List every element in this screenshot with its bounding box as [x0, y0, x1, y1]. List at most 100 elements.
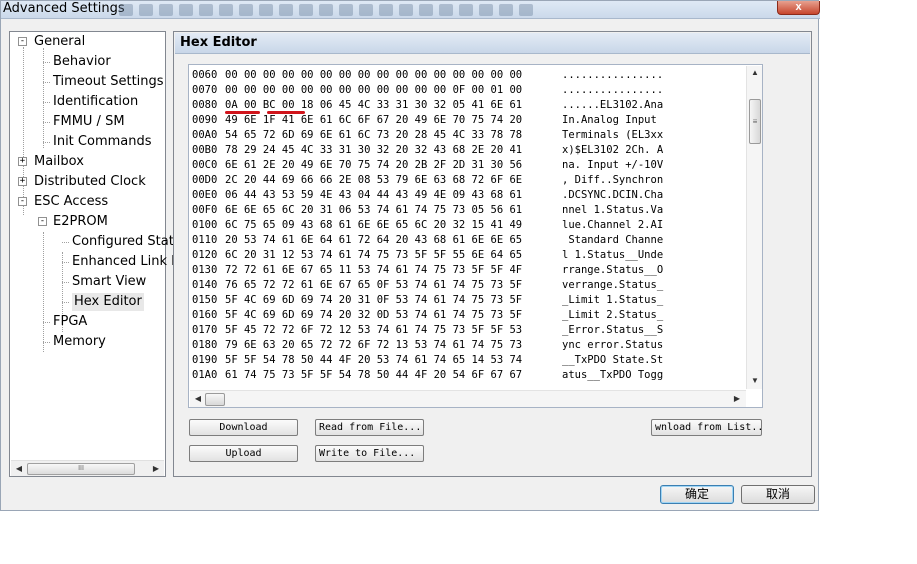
hex-row-bytes[interactable]: 5F 4C 69 6D 69 74 20 32 0D 53 74 61 74 7…	[225, 308, 522, 323]
hex-row-ascii[interactable]: verrange.Status_	[562, 278, 663, 293]
hex-row-bytes[interactable]: 5F 5F 54 78 50 44 4F 20 53 74 61 74 65 1…	[225, 353, 522, 368]
hex-row[interactable]: 0170 5F 45 72 72 6F 72 12 53 74 61 74 75 …	[192, 323, 744, 338]
tree-item-distributed-clock[interactable]: Distributed Clock	[34, 173, 146, 191]
tree-item-e2prom[interactable]: E2PROM	[53, 213, 108, 231]
close-button[interactable]: x	[777, 1, 820, 15]
hex-row[interactable]: 0120 6C 20 31 12 53 74 61 74 75 73 5F 5F …	[192, 248, 744, 263]
hex-scroll-down-arrow-icon[interactable]: ▼	[747, 374, 762, 388]
hex-row-bytes[interactable]: 72 72 61 6E 67 65 11 53 74 61 74 75 73 5…	[225, 263, 522, 278]
hex-row-bytes[interactable]: 5F 4C 69 6D 69 74 20 31 0F 53 74 61 74 7…	[225, 293, 522, 308]
hex-row[interactable]: 00B0 78 29 24 45 4C 33 31 30 32 20 32 43 …	[192, 143, 744, 158]
hex-scroll-up-arrow-icon[interactable]: ▲	[747, 66, 762, 80]
hex-row-ascii[interactable]: Standard Channe	[562, 233, 663, 248]
hex-row-bytes[interactable]: 06 44 43 53 59 4E 43 04 44 43 49 4E 09 4…	[225, 188, 522, 203]
cancel-button[interactable]: 取消	[741, 485, 815, 504]
hex-row[interactable]: 00F0 6E 6E 65 6C 20 31 06 53 74 61 74 75 …	[192, 203, 744, 218]
hex-row-ascii[interactable]: nnel 1.Status.Va	[562, 203, 663, 218]
hex-row-bytes[interactable]: 20 53 74 61 6E 64 61 72 64 20 43 68 61 6…	[225, 233, 522, 248]
expand-plus-icon[interactable]: +	[18, 157, 27, 166]
hex-row-bytes[interactable]: 00 00 00 00 00 00 00 00 00 00 00 00 0F 0…	[225, 83, 522, 98]
hex-row-ascii[interactable]: , Diff..Synchron	[562, 173, 663, 188]
tree-scroll-left-arrow-icon[interactable]: ◀	[12, 462, 26, 476]
hex-row-bytes[interactable]: 49 6E 1F 41 6E 61 6C 6F 67 20 49 6E 70 7…	[225, 113, 522, 128]
hex-row-ascii[interactable]: na. Input +/-10V	[562, 158, 663, 173]
hex-row-bytes[interactable]: 6C 20 31 12 53 74 61 74 75 73 5F 5F 55 6…	[225, 248, 522, 263]
hex-row[interactable]: 00A0 54 65 72 6D 69 6E 61 6C 73 20 28 45 …	[192, 128, 744, 143]
hex-vscroll-thumb[interactable]: ≡	[749, 99, 761, 144]
hex-row[interactable]: 0160 5F 4C 69 6D 69 74 20 32 0D 53 74 61 …	[192, 308, 744, 323]
hex-row-bytes[interactable]: 79 6E 63 20 65 72 72 6F 72 13 53 74 61 7…	[225, 338, 522, 353]
ok-button[interactable]: 确定	[660, 485, 734, 504]
hex-row-ascii[interactable]: Terminals (EL3xx	[562, 128, 663, 143]
collapse-minus-icon[interactable]: -	[38, 217, 47, 226]
hex-horizontal-scrollbar[interactable]: ◀ ▶	[190, 390, 746, 407]
hex-row-bytes[interactable]: 76 65 72 72 61 6E 67 65 0F 53 74 61 74 7…	[225, 278, 522, 293]
tree-item-mailbox[interactable]: Mailbox	[34, 153, 84, 171]
hex-row[interactable]: 0140 76 65 72 72 61 6E 67 65 0F 53 74 61 …	[192, 278, 744, 293]
hex-row[interactable]: 0110 20 53 74 61 6E 64 61 72 64 20 43 68 …	[192, 233, 744, 248]
download-from-list-button[interactable]: wnload from List...	[651, 419, 762, 436]
tree-item-hex-editor[interactable]: Hex Editor	[72, 293, 144, 311]
tree-scroll-thumb[interactable]: III	[27, 463, 135, 475]
hex-row-ascii[interactable]: In.Analog Input	[562, 113, 663, 128]
hex-row-ascii[interactable]: .DCSYNC.DCIN.Cha	[562, 188, 663, 203]
tree-item-enhanced-link-d[interactable]: Enhanced Link D	[72, 253, 181, 271]
hex-row[interactable]: 0070 00 00 00 00 00 00 00 00 00 00 00 00 …	[192, 83, 744, 98]
hex-row[interactable]: 00C0 6E 61 2E 20 49 6E 70 75 74 20 2B 2F …	[192, 158, 744, 173]
write-to-file-button[interactable]: Write to File...	[315, 445, 424, 462]
hex-row-bytes[interactable]: 78 29 24 45 4C 33 31 30 32 20 32 43 68 2…	[225, 143, 522, 158]
hex-row-ascii[interactable]: _Limit 2.Status_	[562, 308, 663, 323]
hex-scroll-right-arrow-icon[interactable]: ▶	[730, 392, 744, 406]
hex-row-ascii[interactable]: ................	[562, 68, 663, 83]
hex-row[interactable]: 01A0 61 74 75 73 5F 5F 54 78 50 44 4F 20 …	[192, 368, 744, 383]
hex-row-bytes[interactable]: 2C 20 44 69 66 66 2E 08 53 79 6E 63 68 7…	[225, 173, 522, 188]
tree-item-esc-access[interactable]: ESC Access	[34, 193, 108, 211]
tree-item-general[interactable]: General	[34, 33, 85, 51]
tree-item-smart-view[interactable]: Smart View	[72, 273, 146, 291]
hex-row-ascii[interactable]: lue.Channel 2.AI	[562, 218, 663, 233]
tree-horizontal-scrollbar[interactable]: ◀ III ▶	[11, 460, 164, 476]
hex-row-bytes[interactable]: 54 65 72 6D 69 6E 61 6C 73 20 28 45 4C 3…	[225, 128, 522, 143]
hex-row-ascii[interactable]: __TxPDO State.St	[562, 353, 663, 368]
read-from-file-button[interactable]: Read from File...	[315, 419, 424, 436]
hex-row-bytes[interactable]: 6C 75 65 09 43 68 61 6E 6E 65 6C 20 32 1…	[225, 218, 522, 233]
collapse-minus-icon[interactable]: -	[18, 197, 27, 206]
hex-row-ascii[interactable]: _Limit 1.Status_	[562, 293, 663, 308]
hex-row[interactable]: 0060 00 00 00 00 00 00 00 00 00 00 00 00 …	[192, 68, 744, 83]
download-button[interactable]: Download	[189, 419, 298, 436]
hex-row-ascii[interactable]: _Error.Status__S	[562, 323, 663, 338]
collapse-minus-icon[interactable]: -	[18, 37, 27, 46]
hex-hscroll-thumb[interactable]	[205, 393, 225, 406]
hex-row[interactable]: 0150 5F 4C 69 6D 69 74 20 31 0F 53 74 61 …	[192, 293, 744, 308]
tree-item-fmmu-sm[interactable]: FMMU / SM	[53, 113, 125, 131]
hex-row-bytes[interactable]: 6E 61 2E 20 49 6E 70 75 74 20 2B 2F 2D 3…	[225, 158, 522, 173]
hex-row-ascii[interactable]: ync error.Status	[562, 338, 663, 353]
tree-item-init-commands[interactable]: Init Commands	[53, 133, 152, 151]
tree-item-fpga[interactable]: FPGA	[53, 313, 87, 331]
hex-row-ascii[interactable]: atus__TxPDO Togg	[562, 368, 663, 383]
tree-item-identification[interactable]: Identification	[53, 93, 138, 111]
hex-row-ascii[interactable]: ................	[562, 83, 663, 98]
hex-vertical-scrollbar[interactable]: ▲ ≡ ▼	[746, 66, 762, 389]
hex-row-bytes[interactable]: 6E 6E 65 6C 20 31 06 53 74 61 74 75 73 0…	[225, 203, 522, 218]
hex-row[interactable]: 00E0 06 44 43 53 59 4E 43 04 44 43 49 4E …	[192, 188, 744, 203]
hex-view[interactable]: 0060 00 00 00 00 00 00 00 00 00 00 00 00 …	[188, 64, 763, 408]
hex-row-ascii[interactable]: l 1.Status__Unde	[562, 248, 663, 263]
hex-row-ascii[interactable]: x)$EL3102 2Ch. A	[562, 143, 663, 158]
tree-scroll-right-arrow-icon[interactable]: ▶	[149, 462, 163, 476]
expand-plus-icon[interactable]: +	[18, 177, 27, 186]
hex-row[interactable]: 0130 72 72 61 6E 67 65 11 53 74 61 74 75 …	[192, 263, 744, 278]
hex-scroll-left-arrow-icon[interactable]: ◀	[191, 392, 205, 406]
hex-row-ascii[interactable]: rrange.Status__O	[562, 263, 663, 278]
upload-button[interactable]: Upload	[189, 445, 298, 462]
hex-row[interactable]: 0190 5F 5F 54 78 50 44 4F 20 53 74 61 74 …	[192, 353, 744, 368]
hex-row[interactable]: 0180 79 6E 63 20 65 72 72 6F 72 13 53 74 …	[192, 338, 744, 353]
tree-item-memory[interactable]: Memory	[53, 333, 106, 351]
hex-row[interactable]: 00D0 2C 20 44 69 66 66 2E 08 53 79 6E 63 …	[192, 173, 744, 188]
hex-row-bytes[interactable]: 61 74 75 73 5F 5F 54 78 50 44 4F 20 54 6…	[225, 368, 522, 383]
tree-item-configured-stati[interactable]: Configured Stati	[72, 233, 177, 251]
tree-item-timeout-settings[interactable]: Timeout Settings	[53, 73, 164, 91]
hex-row[interactable]: 0090 49 6E 1F 41 6E 61 6C 6F 67 20 49 6E …	[192, 113, 744, 128]
hex-row[interactable]: 0100 6C 75 65 09 43 68 61 6E 6E 65 6C 20 …	[192, 218, 744, 233]
hex-row-bytes[interactable]: 00 00 00 00 00 00 00 00 00 00 00 00 00 0…	[225, 68, 522, 83]
